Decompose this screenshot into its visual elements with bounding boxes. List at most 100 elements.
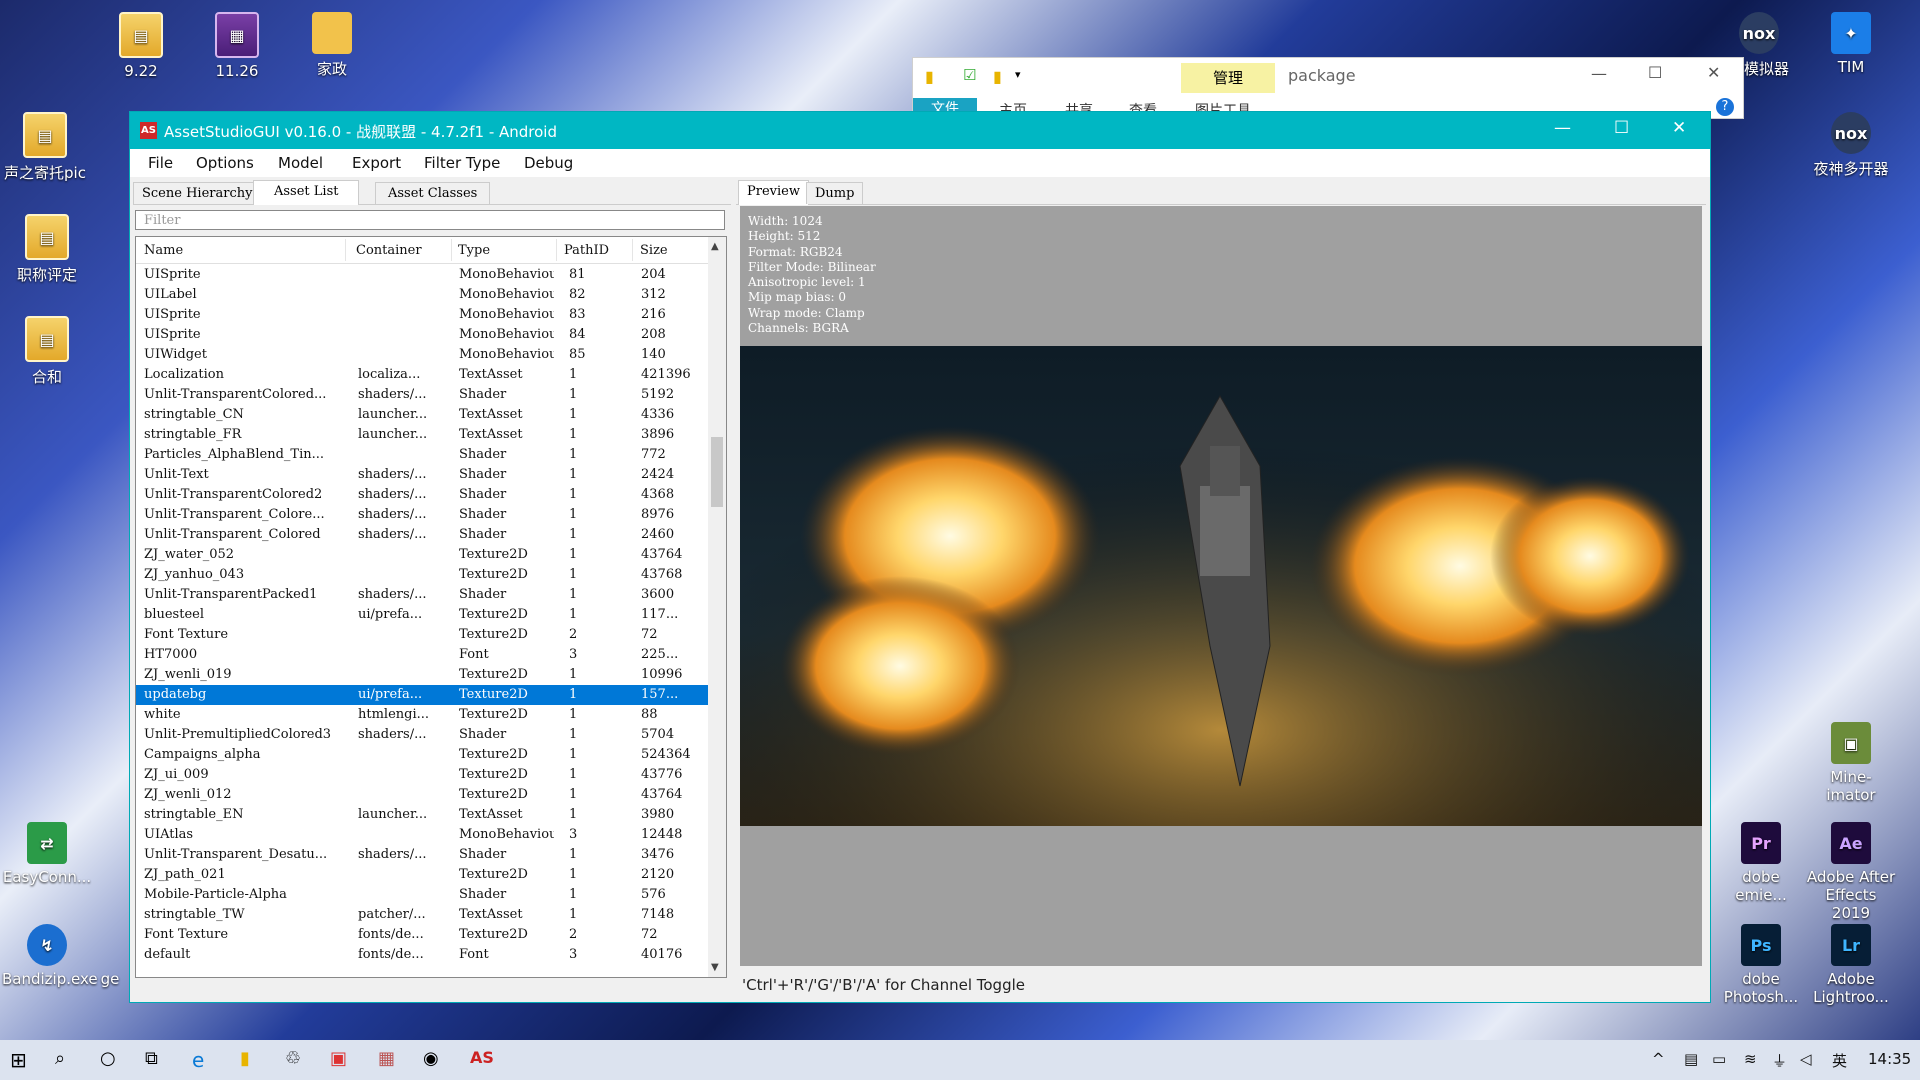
desktop-icon-ge[interactable]: ge <box>90 924 130 988</box>
scrollbar-thumb[interactable] <box>711 437 723 507</box>
desktop-icon-after-effects[interactable]: Ae Adobe After Effects 2019 <box>1806 822 1896 922</box>
column-container[interactable]: Container <box>356 243 422 258</box>
close-icon[interactable]: ✕ <box>1672 118 1686 138</box>
app-icon[interactable]: ▣ <box>330 1048 354 1072</box>
close-icon[interactable]: ✕ <box>1707 63 1720 82</box>
tab-scene-hierarchy[interactable]: Scene Hierarchy <box>133 182 262 204</box>
task-view-icon[interactable]: ⧉ <box>145 1048 169 1072</box>
vertical-scrollbar[interactable]: ▲ ▼ <box>708 237 726 977</box>
title-bar[interactable]: AS AssetStudioGUI v0.16.0 - 战舰联盟 - 4.7.2… <box>130 112 1710 149</box>
table-row[interactable]: UISprite MonoBehaviour 81 204 <box>136 265 708 285</box>
tab-dump[interactable]: Dump <box>806 182 864 204</box>
table-row[interactable]: ZJ_water_052 Texture2D 1 43764 <box>136 545 708 565</box>
clock[interactable]: 14:35 <box>1868 1050 1911 1068</box>
input-language[interactable]: 英 <box>1832 1050 1847 1071</box>
table-row[interactable]: HT7000 Font 3 225... <box>136 645 708 665</box>
desktop-icon-11-26[interactable]: ▦ 11.26 <box>192 12 282 80</box>
asset-list[interactable]: Name Container Type PathID Size UISprite… <box>135 236 727 978</box>
desktop-icon-hehe[interactable]: ▤ 合和 <box>2 316 92 387</box>
table-row[interactable]: white htmlengi... Texture2D 1 88 <box>136 705 708 725</box>
table-row[interactable]: Localization localiza... TextAsset 1 421396 <box>136 365 708 385</box>
table-row[interactable]: Campaigns_alpha Texture2D 1 524364 <box>136 745 708 765</box>
dropdown-icon[interactable]: ▾ <box>1015 68 1021 81</box>
tab-asset-list[interactable]: Asset List <box>253 180 360 205</box>
maximize-icon[interactable]: ☐ <box>1614 118 1629 138</box>
desktop-icon-lightroom[interactable]: Lr Adobe Lightroo... <box>1806 924 1896 1006</box>
volume-icon[interactable]: ◁ <box>1800 1050 1812 1068</box>
table-row[interactable]: Unlit-TransparentColored2 shaders/... Shad… <box>136 485 708 505</box>
menu-debug[interactable]: Debug <box>524 154 573 172</box>
minimize-icon[interactable]: — <box>1591 64 1607 83</box>
table-row[interactable]: UISprite MonoBehaviour 83 216 <box>136 305 708 325</box>
table-row[interactable]: ZJ_yanhuo_043 Texture2D 1 43768 <box>136 565 708 585</box>
desktop-icon-easyconn[interactable]: ⇄ EasyConn... <box>2 822 92 886</box>
desktop-icon-jiazheng[interactable]: 家政 <box>287 12 377 79</box>
minimize-icon[interactable]: — <box>1554 118 1571 138</box>
windows-start-icon[interactable]: ⊞ <box>10 1048 34 1072</box>
menu-model[interactable]: Model <box>278 154 323 172</box>
desktop-icon-bandizip[interactable]: ↯ Bandizip.exe <box>2 924 98 988</box>
menu-file[interactable]: File <box>148 154 173 172</box>
table-row[interactable]: bluesteel ui/prefa... Texture2D 1 117... <box>136 605 708 625</box>
table-row[interactable]: ZJ_wenli_019 Texture2D 1 10996 <box>136 665 708 685</box>
desktop-icon-premiere[interactable]: Pr dobe emie... <box>1716 822 1806 904</box>
table-row[interactable]: stringtable_FR launcher... TextAsset 1 3896 <box>136 425 708 445</box>
filter-input[interactable]: Filter <box>135 210 725 230</box>
usb-icon[interactable]: ⏚ <box>1772 1050 1787 1071</box>
table-row[interactable]: UIWidget MonoBehaviour 85 140 <box>136 345 708 365</box>
table-row[interactable]: UILabel MonoBehaviour 82 312 <box>136 285 708 305</box>
app-icon[interactable]: ▦ <box>378 1048 402 1072</box>
column-divider[interactable] <box>632 239 633 261</box>
recycle-icon[interactable]: ♲ <box>285 1048 309 1072</box>
table-row[interactable]: ZJ_ui_009 Texture2D 1 43776 <box>136 765 708 785</box>
wifi-icon[interactable]: ≋ <box>1744 1050 1757 1068</box>
scroll-up-icon[interactable]: ▲ <box>711 241 719 252</box>
help-icon[interactable]: ? <box>1716 98 1734 116</box>
column-type[interactable]: Type <box>458 243 490 258</box>
table-row[interactable]: Unlit-Transparent_Colore... shaders/... Sh… <box>136 505 708 525</box>
assetstudio-taskbar-icon[interactable]: AS <box>470 1048 494 1072</box>
column-divider[interactable] <box>451 239 452 261</box>
search-icon[interactable]: ⌕ <box>55 1048 79 1072</box>
table-row[interactable]: Unlit-TransparentPacked1 shaders/... Shade… <box>136 585 708 605</box>
desktop-icon-mine-imator[interactable]: ▣ Mine-imator <box>1806 722 1896 804</box>
manage-tab[interactable]: 管理 <box>1181 63 1275 93</box>
file-explorer-window[interactable]: ▮ ☑ ▮ ▾ 管理 package — ☐ ✕ 文件 主页 共享 查看 图片工… <box>912 57 1744 119</box>
tab-asset-classes[interactable]: Asset Classes <box>375 182 491 204</box>
table-row[interactable]: Unlit-Text shaders/... Shader 1 2424 <box>136 465 708 485</box>
desktop-icon-photoshop[interactable]: Ps dobe Photosh... <box>1716 924 1806 1006</box>
table-row[interactable]: stringtable_CN launcher... TextAsset 1 4336 <box>136 405 708 425</box>
tab-preview[interactable]: Preview <box>738 180 809 205</box>
tray-app-icon[interactable]: ▤ <box>1684 1050 1698 1068</box>
table-row[interactable]: stringtable_EN launcher... TextAsset 1 3980 <box>136 805 708 825</box>
desktop-icon-tim[interactable]: ✦ TIM <box>1806 12 1896 76</box>
edge-icon[interactable]: e <box>192 1048 216 1072</box>
menu-export[interactable]: Export <box>352 154 401 172</box>
desktop-icon-title-eval[interactable]: ▤ 职称评定 <box>2 214 92 285</box>
battery-icon[interactable]: ▭ <box>1712 1050 1726 1068</box>
texture-preview[interactable]: Width: 1024 Height: 512 Format: RGB24 Fi… <box>740 206 1702 966</box>
table-row[interactable]: ZJ_path_021 Texture2D 1 2120 <box>136 865 708 885</box>
tray-expand-icon[interactable]: ^ <box>1652 1050 1665 1068</box>
table-row[interactable]: Unlit-PremultipliedColored3 shaders/... Sh… <box>136 725 708 745</box>
column-pathid[interactable]: PathID <box>564 243 609 258</box>
menu-options[interactable]: Options <box>196 154 254 172</box>
column-size[interactable]: Size <box>640 243 668 258</box>
table-row[interactable]: UISprite MonoBehaviour 84 208 <box>136 325 708 345</box>
column-divider[interactable] <box>345 239 346 261</box>
file-explorer-icon[interactable]: ▮ <box>240 1048 264 1072</box>
table-row[interactable]: default fonts/de... Font 3 40176 <box>136 945 708 965</box>
menu-filter-type[interactable]: Filter Type <box>424 154 500 172</box>
desktop-icon-voice-pic[interactable]: ▤ 声之寄托pic <box>0 112 90 183</box>
table-row[interactable]: stringtable_TW patcher/... TextAsset 1 7148 <box>136 905 708 925</box>
table-row[interactable]: updatebg ui/prefa... Texture2D 1 157... <box>136 685 708 705</box>
desktop-icon-9-22[interactable]: ▤ 9.22 <box>96 12 186 80</box>
column-divider[interactable] <box>556 239 557 261</box>
table-row[interactable]: Font Texture Texture2D 2 72 <box>136 625 708 645</box>
table-row[interactable]: Mobile-Particle-Alpha Shader 1 576 <box>136 885 708 905</box>
table-row[interactable]: Particles_AlphaBlend_Tin... Shader 1 772 <box>136 445 708 465</box>
maximize-icon[interactable]: ☐ <box>1648 63 1662 82</box>
column-name[interactable]: Name <box>144 243 183 258</box>
table-row[interactable]: Font Texture fonts/de... Texture2D 2 72 <box>136 925 708 945</box>
cortana-icon[interactable]: ○ <box>100 1048 124 1072</box>
